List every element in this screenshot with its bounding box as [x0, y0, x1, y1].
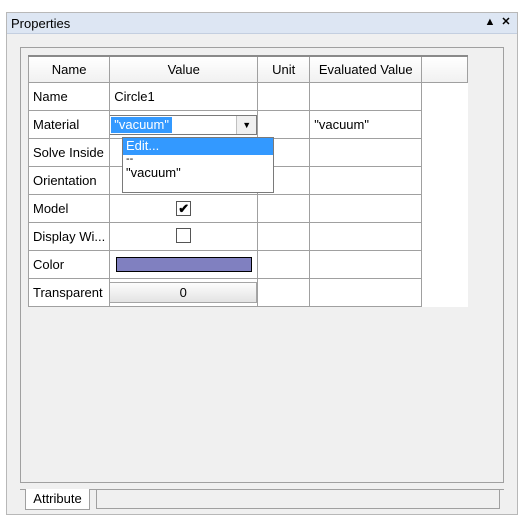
- panel-titlebar: Properties ▲ ✕: [7, 13, 517, 34]
- name-value-cell[interactable]: Circle1: [109, 82, 259, 111]
- property-grid: Name Value Unit Evaluated Value Name Cir…: [20, 47, 504, 483]
- unit-cell: [257, 278, 311, 307]
- material-select[interactable]: "vacuum" ▼: [110, 114, 257, 135]
- chevron-down-icon[interactable]: ▼: [236, 115, 257, 134]
- unit-cell: [257, 222, 311, 251]
- row-transparent-label: Transparent: [27, 278, 111, 307]
- material-value-cell: "vacuum" ▼: [109, 110, 259, 139]
- transparent-value-cell: 0: [109, 278, 259, 307]
- material-evaluated-cell: "vacuum": [309, 110, 423, 139]
- row-material-label: Material: [27, 110, 111, 139]
- column-header-blank: [421, 55, 469, 83]
- model-checkbox[interactable]: ✔: [176, 201, 192, 216]
- table-row: Model ✔: [27, 194, 468, 223]
- evaluated-cell: [309, 82, 423, 111]
- table-row: Color: [27, 250, 468, 279]
- column-header-unit[interactable]: Unit: [257, 55, 311, 83]
- dropdown-option-edit[interactable]: Edit...: [123, 138, 273, 155]
- color-swatch[interactable]: [116, 257, 253, 272]
- row-name-label: Name: [27, 82, 111, 111]
- table-row: Transparent 0: [27, 278, 468, 307]
- unit-cell: [257, 110, 311, 139]
- table-header-row: Name Value Unit Evaluated Value: [27, 55, 469, 83]
- evaluated-cell: [309, 278, 423, 307]
- table-row: Display Wi...: [27, 222, 468, 251]
- unit-cell: [257, 194, 311, 223]
- column-header-value[interactable]: Value: [109, 55, 259, 83]
- panel-title: Properties: [11, 16, 71, 31]
- table-row: Name Circle1: [27, 82, 468, 111]
- row-model-label: Model: [27, 194, 111, 223]
- evaluated-cell: [309, 166, 423, 195]
- display-wireframe-value-cell: [109, 222, 259, 251]
- tab-strip: Attribute: [20, 489, 504, 512]
- close-icon[interactable]: ✕: [499, 15, 513, 29]
- material-selected-value: "vacuum": [111, 116, 172, 133]
- unit-cell: [257, 250, 311, 279]
- pin-icon[interactable]: ▲: [483, 15, 497, 29]
- tab-strip-fill: [96, 490, 500, 509]
- column-header-evaluated-value[interactable]: Evaluated Value: [309, 55, 423, 83]
- evaluated-cell: [309, 194, 423, 223]
- model-value-cell: ✔: [109, 194, 259, 223]
- display-wireframe-checkbox[interactable]: [176, 227, 192, 243]
- row-solve-inside-label: Solve Inside: [27, 138, 111, 167]
- column-header-name[interactable]: Name: [27, 55, 111, 83]
- dropdown-option-vacuum[interactable]: "vacuum": [123, 165, 273, 181]
- table-row: Material "vacuum" ▼ "vacuum": [27, 110, 468, 139]
- transparent-value-button[interactable]: 0: [110, 282, 257, 303]
- row-display-wireframe-label: Display Wi...: [27, 222, 111, 251]
- evaluated-cell: [309, 138, 423, 167]
- dropdown-option-separator[interactable]: --: [123, 154, 273, 165]
- row-color-label: Color: [27, 250, 111, 279]
- evaluated-cell: [309, 222, 423, 251]
- tab-attribute[interactable]: Attribute: [25, 489, 90, 510]
- unit-cell: [257, 82, 311, 111]
- evaluated-cell: [309, 250, 423, 279]
- color-value-cell: [109, 250, 259, 279]
- properties-panel: Properties ▲ ✕ Name Value Unit Evaluated…: [6, 12, 518, 515]
- material-dropdown-list: Edit... -- "vacuum": [122, 137, 274, 193]
- row-orientation-label: Orientation: [27, 166, 111, 195]
